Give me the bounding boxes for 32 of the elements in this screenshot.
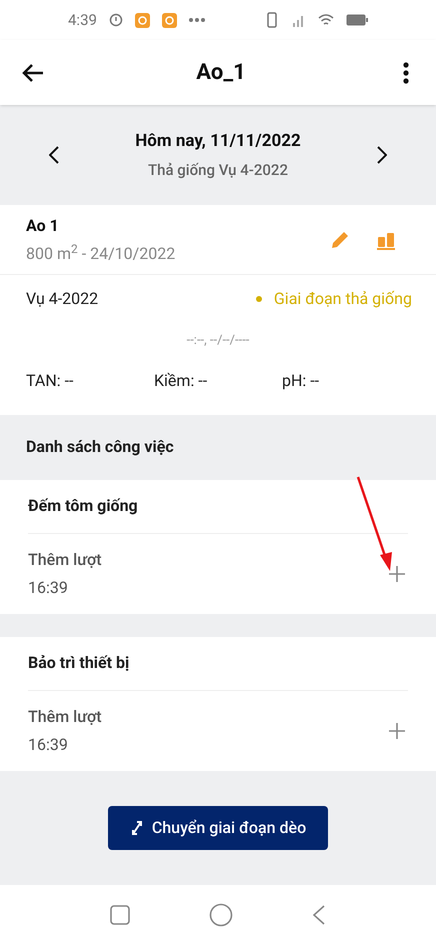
wifi-icon [318, 14, 334, 26]
change-stage-button[interactable]: Chuyển giai đoạn dèo [108, 806, 328, 850]
measured-time: --:--, --/--/---- [186, 332, 250, 350]
app-icon [134, 12, 150, 28]
season-name: Vụ 4-2022 [26, 288, 100, 310]
section-title: Danh sách công việc [26, 436, 174, 458]
entry-time: 16:39 [28, 576, 69, 598]
task-title: Bảo trì thiết bị [28, 652, 130, 674]
screen-title: Ao_1 [195, 59, 247, 87]
swap-icon [130, 820, 144, 835]
more-icon [188, 18, 205, 22]
reading-label: TAN: -- [26, 370, 74, 390]
reading-label: Kiềm: -- [154, 370, 208, 390]
recents-icon[interactable] [110, 904, 130, 924]
entry-time: 16:39 [28, 734, 69, 756]
add-entry-label: Thêm lượt [28, 706, 103, 728]
reading-label: pH: -- [282, 370, 320, 390]
task-title: Đếm tôm giống [28, 495, 138, 517]
alert-icon [108, 13, 123, 27]
add-entry-label: Thêm lượt [28, 548, 103, 570]
signal-icon [292, 13, 306, 27]
back-icon[interactable] [312, 904, 326, 924]
more-icon [403, 62, 409, 84]
pond-name: Ao 1 [26, 214, 60, 236]
pond-info: 800 m$^{2}$ - 24/10/2022 [26, 242, 176, 264]
season-subtitle: Thả giống Vụ 4-2022 [148, 160, 288, 180]
home-icon[interactable] [208, 902, 233, 926]
app-icon [162, 12, 177, 28]
status-time: 4:39 [68, 10, 97, 31]
battery-icon [346, 14, 368, 26]
stage-label: Giai đoạn thả giống [274, 288, 412, 310]
current-date: Hôm nay, 11/11/2022 [135, 130, 301, 153]
